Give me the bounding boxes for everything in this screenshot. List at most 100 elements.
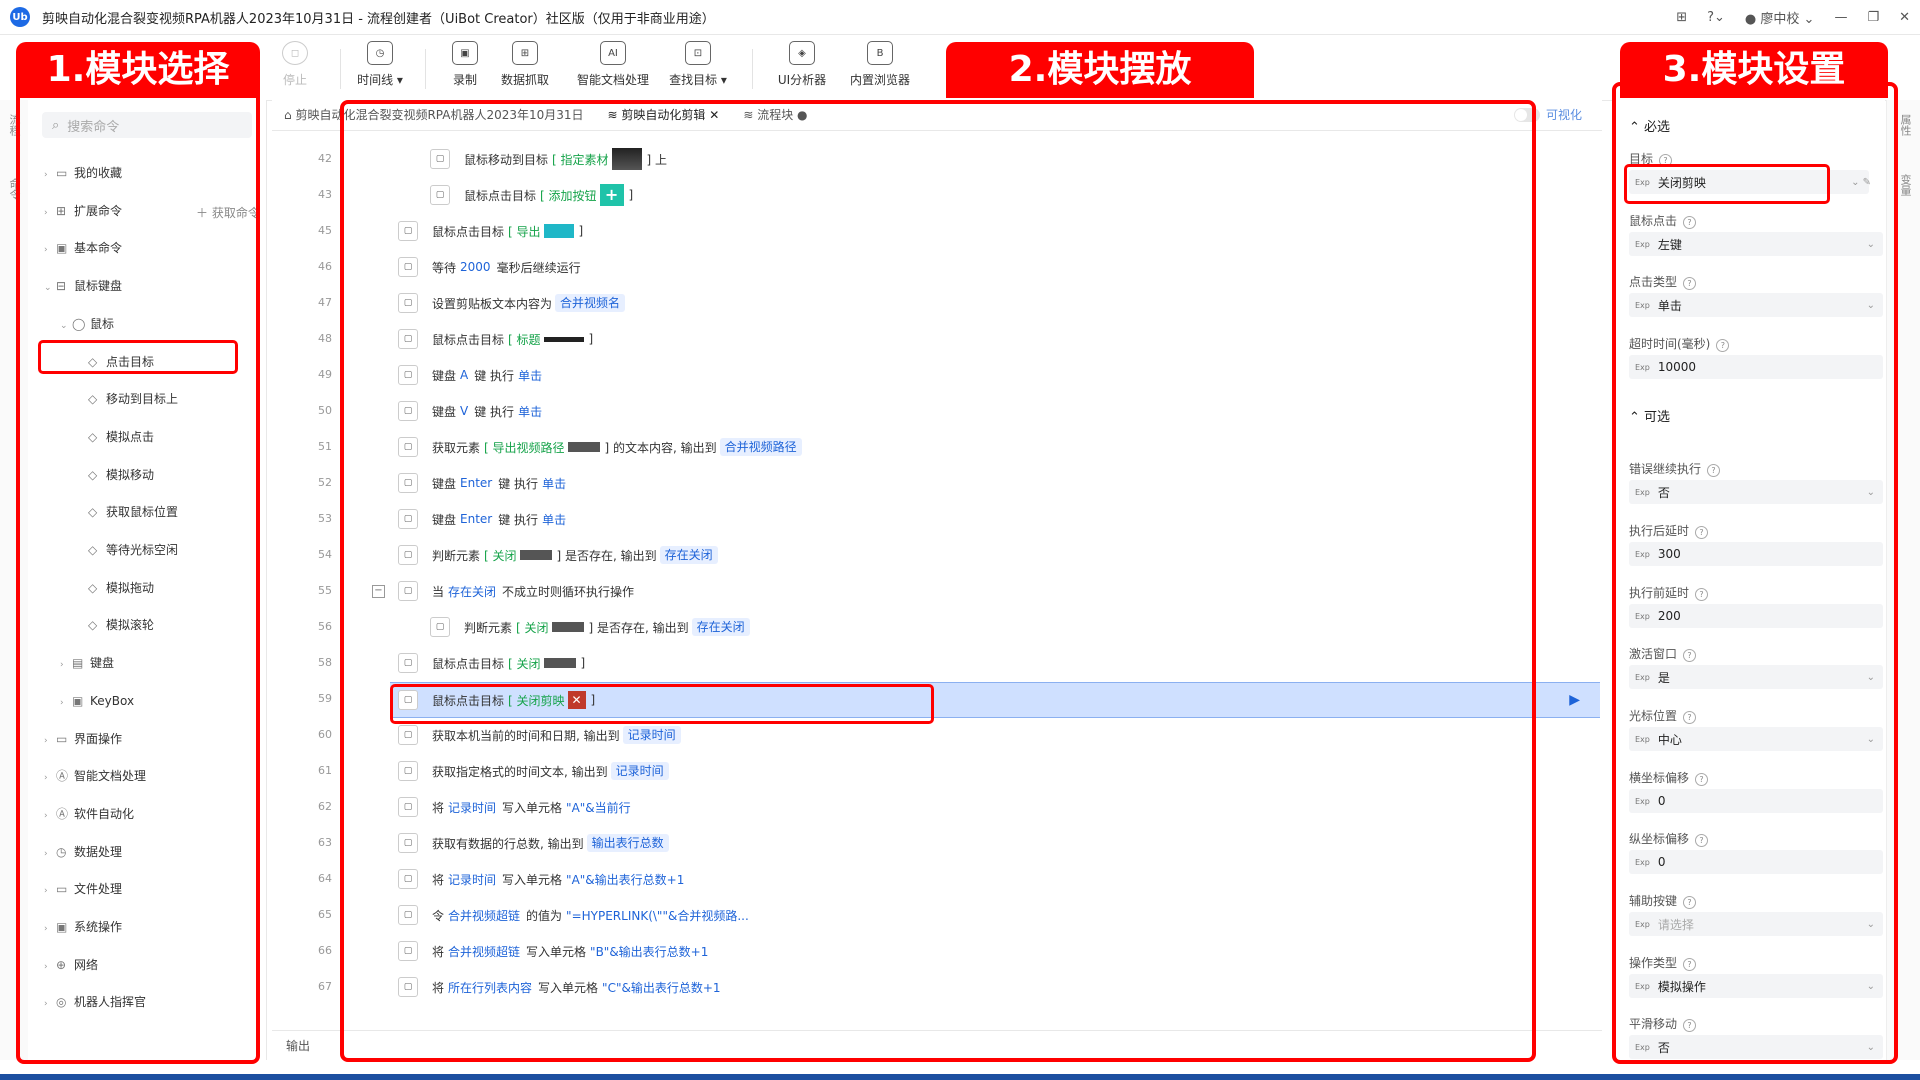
tree-item[interactable]: ◇ 模拟点击 [76, 426, 154, 448]
tab-jianying-edit[interactable]: ≋ 剪映自动化剪辑 ✕ [595, 100, 732, 130]
tree-item[interactable]: ◇ 模拟移动 [76, 464, 154, 486]
tree-item[interactable]: ◇ 模拟滚轮 [76, 614, 154, 636]
exp-badge[interactable]: Exp [1635, 982, 1650, 991]
flow-row[interactable]: ▢ 获取有数据的行总数, 输出到 输出表行总数 [390, 826, 1600, 860]
chevron-down-icon[interactable]: ⌄ [1867, 981, 1875, 992]
timeline-button[interactable]: ◷ 时间线 ▾ [340, 41, 420, 88]
tree-item[interactable]: ⌄ ◯ 鼠标 [60, 313, 114, 335]
chevron-down-icon[interactable]: ⌄ [1867, 1042, 1875, 1053]
tree-item[interactable]: › ▤ 键盘 [60, 652, 114, 674]
help-icon[interactable]: ? [1695, 526, 1709, 539]
exp-badge[interactable]: Exp [1635, 363, 1650, 372]
tree-item[interactable]: › Ⓐ 智能文档处理 [44, 765, 146, 787]
data-capture-button[interactable]: ⊞ 数据抓取 [485, 41, 565, 88]
side-tab-flow[interactable]: 流程 [6, 114, 22, 136]
tree-item[interactable]: › ◷ 数据处理 [44, 841, 122, 863]
tree-item[interactable]: › ▭ 我的收藏 [44, 162, 122, 184]
tree-arrow-icon[interactable]: › [44, 956, 56, 978]
flow-row[interactable]: ▢ 键盘 A 键 执行 单击 [390, 358, 1600, 392]
help-icon[interactable]: ? [1683, 1019, 1697, 1032]
flow-row[interactable]: ▢ 鼠标点击目标[ 关闭剪映 ✕] ▶ [390, 682, 1600, 718]
exp-badge[interactable]: Exp [1635, 612, 1650, 621]
chevron-down-icon[interactable]: ⌄ [1867, 300, 1875, 311]
tree-arrow-icon[interactable]: › [44, 918, 56, 940]
flow-row[interactable]: ▢ 判断元素[ 关闭] 是否存在, 输出到 存在关闭 [390, 538, 1600, 572]
text-field[interactable]: Exp 0 [1629, 789, 1883, 813]
tree-arrow-icon[interactable]: › [60, 654, 72, 676]
get-command-button[interactable]: ＋ 获取命令 [196, 202, 260, 224]
visual-toggle[interactable]: 可视化 [1513, 106, 1582, 123]
output-panel[interactable]: 输出 [272, 1030, 1602, 1060]
flow-row[interactable]: ▢ 判断元素[ 关闭] 是否存在, 输出到 存在关闭 [422, 610, 1600, 644]
exp-badge[interactable]: Exp [1635, 920, 1650, 929]
exp-badge[interactable]: Exp [1635, 488, 1650, 497]
exp-badge[interactable]: Exp [1635, 858, 1650, 867]
flow-row[interactable]: ▢ 将记录时间 写入单元格 "A"&输出表行总数+1 [390, 862, 1600, 896]
tree-arrow-icon[interactable]: › [60, 692, 72, 714]
exp-badge[interactable]: Exp [1635, 797, 1650, 806]
help-icon[interactable]: ? [1683, 711, 1697, 724]
help-icon[interactable]: ? [1683, 896, 1697, 909]
tree-arrow-icon[interactable]: › [44, 164, 56, 186]
tree-arrow-icon[interactable]: › [44, 767, 56, 789]
tree-arrow-icon[interactable]: › [44, 993, 56, 1015]
tree-arrow-icon[interactable]: › [44, 730, 56, 752]
tree-item[interactable]: › ▭ 文件处理 [44, 878, 122, 900]
help-icon[interactable]: ? [1707, 464, 1721, 477]
flow-row[interactable]: ▢ 键盘 Enter 键 执行 单击 [390, 502, 1600, 536]
chevron-down-icon[interactable]: ⌄ [1867, 919, 1875, 930]
tree-arrow-icon[interactable]: › [44, 202, 56, 224]
help-icon[interactable]: ?⌄ [1707, 10, 1725, 25]
exp-badge[interactable]: Exp [1635, 673, 1650, 682]
exp-badge[interactable]: Exp [1635, 240, 1650, 249]
help-icon[interactable]: ? [1659, 154, 1673, 167]
smart-doc-button[interactable]: AI 智能文档处理 [568, 41, 658, 88]
select-field[interactable]: Exp 单击 ⌄ [1629, 293, 1883, 317]
chevron-down-icon[interactable]: ⌄ [1867, 487, 1875, 498]
help-icon[interactable]: ? [1695, 773, 1709, 786]
tree-item[interactable]: › ▣ KeyBox [60, 690, 134, 712]
text-field[interactable]: Exp 300 [1629, 542, 1883, 566]
tree-item[interactable]: › ▣ 基本命令 [44, 237, 122, 259]
flow-row[interactable]: ▢ 等待 2000 毫秒后继续运行 [390, 250, 1600, 284]
exp-badge[interactable]: Exp [1635, 301, 1650, 310]
tree-item[interactable]: ◇ 获取鼠标位置 [76, 501, 178, 523]
flow-row[interactable]: ▢ 鼠标点击目标[ 关闭] [390, 646, 1600, 680]
target-field[interactable]: Exp 关闭剪映 ⌄ ✎ [1629, 170, 1871, 194]
tree-item[interactable]: › ⊞ 扩展命令 [44, 200, 122, 222]
section-optional[interactable]: ⌃ 可选 [1629, 406, 1670, 425]
fold-toggle-icon[interactable]: − [372, 585, 385, 598]
search-input[interactable]: ⌕ 搜索命令 [42, 112, 252, 138]
toggle-switch[interactable] [1513, 107, 1540, 122]
close-button[interactable]: ✕ [1899, 10, 1910, 25]
flow-row[interactable]: ▢ 将所在行列表内容 写入单元格 "C"&输出表行总数+1 [390, 970, 1600, 1004]
tree-item[interactable]: ⌄ ⊟ 鼠标键盘 [44, 275, 122, 297]
find-target-button[interactable]: ⊡ 查找目标 ▾ [658, 41, 738, 88]
flow-row[interactable]: ▢ 令合并视频超链 的值为 "=HYPERLINK(\""&合并视频路... [390, 898, 1600, 932]
tree-item[interactable]: › ▭ 界面操作 [44, 728, 122, 750]
help-icon[interactable]: ? [1695, 834, 1709, 847]
flow-row[interactable]: ▢ 鼠标点击目标[ 添加按钮 +] [422, 178, 1600, 212]
maximize-button[interactable]: ❐ [1867, 10, 1879, 25]
tree-item[interactable]: › ⊕ 网络 [44, 954, 98, 976]
tree-item[interactable]: ◇ 点击目标 [76, 351, 154, 373]
tree-arrow-icon[interactable]: › [44, 880, 56, 902]
browser-button[interactable]: B 内置浏览器 [840, 41, 920, 88]
side-tab-variables[interactable]: 变量 [1897, 174, 1913, 196]
minimize-button[interactable]: — [1834, 10, 1847, 25]
chevron-down-icon[interactable]: ⌄ [1867, 239, 1875, 250]
play-icon[interactable]: ▶ [1569, 692, 1580, 708]
flow-row[interactable]: ▢ 当存在关闭 不成立时则循环执行操作 [390, 574, 1600, 608]
select-field[interactable]: Exp 中心 ⌄ [1629, 727, 1883, 751]
flow-row[interactable]: ▢ 将记录时间 写入单元格 "A"&当前行 [390, 790, 1600, 824]
help-icon[interactable]: ? [1716, 339, 1730, 352]
side-tab-properties[interactable]: 属性 [1897, 114, 1913, 136]
flow-row[interactable]: ▢ 鼠标点击目标[ 导出] [390, 214, 1600, 248]
help-icon[interactable]: ? [1683, 216, 1697, 229]
select-field[interactable]: Exp 否 ⌄ [1629, 480, 1883, 504]
tree-item[interactable]: ◇ 模拟拖动 [76, 577, 154, 599]
tree-item[interactable]: › Ⓐ 软件自动化 [44, 803, 134, 825]
exp-badge[interactable]: Exp [1635, 550, 1650, 559]
tree-arrow-icon[interactable]: ⌄ [60, 315, 72, 337]
select-field[interactable]: Exp 否 ⌄ [1629, 1035, 1883, 1059]
